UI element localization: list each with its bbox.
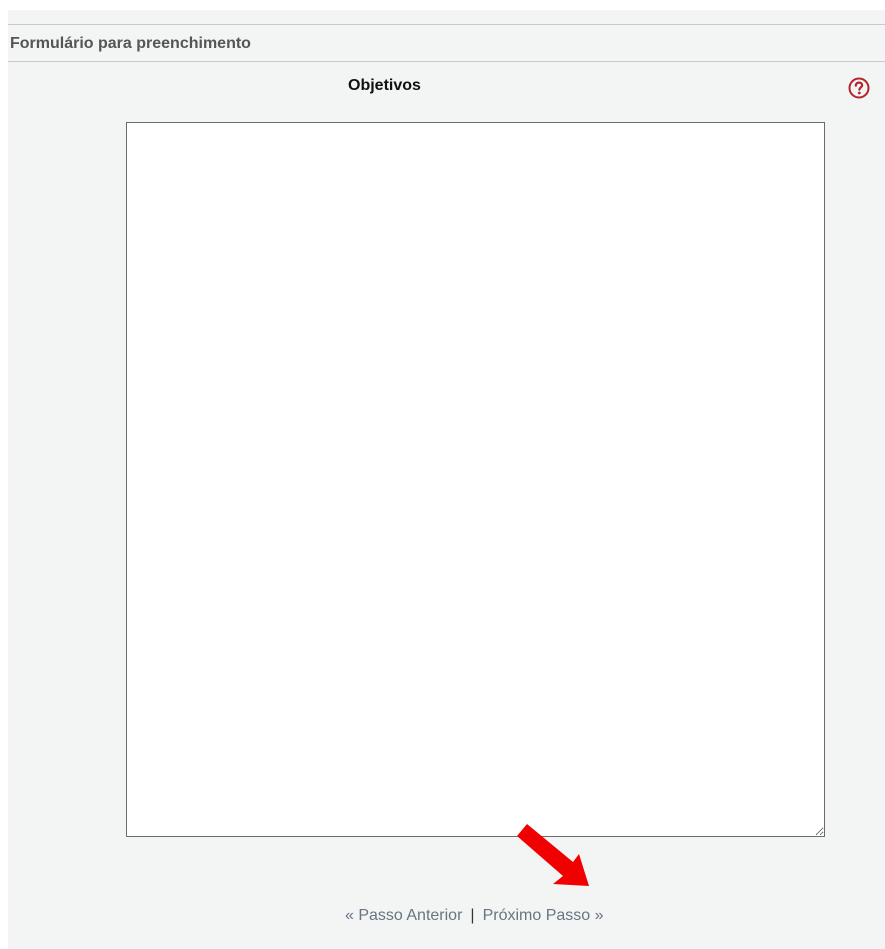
form-header-bar: Formulário para preenchimento (8, 24, 885, 62)
form-panel: Formulário para preenchimento Objetivos … (8, 10, 885, 949)
step-navigation: « Passo Anterior | Próximo Passo » (345, 907, 604, 925)
help-icon[interactable] (848, 77, 870, 99)
form-heading: Formulário para preenchimento (10, 35, 251, 52)
nav-separator: | (470, 907, 475, 924)
next-step-link[interactable]: Próximo Passo » (483, 907, 604, 924)
previous-step-link[interactable]: « Passo Anterior (345, 907, 462, 924)
objetivos-label: Objetivos (348, 77, 421, 94)
objetivos-textarea[interactable] (126, 122, 825, 837)
red-arrow-icon (517, 824, 589, 886)
